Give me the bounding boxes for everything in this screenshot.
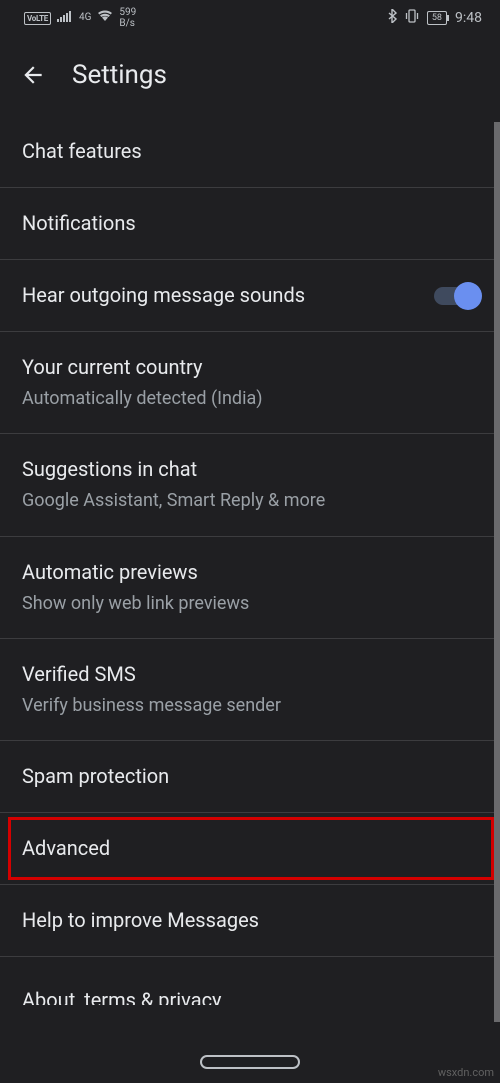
item-hear-outgoing-sounds[interactable]: Hear outgoing message sounds [0,260,500,332]
volte-badge: VoLTE [24,12,51,25]
status-right: 58 9:48 [387,9,482,27]
item-title: Notifications [22,210,478,237]
item-subtitle: Show only web link previews [22,592,478,616]
item-automatic-previews[interactable]: Automatic previews Show only web link pr… [0,537,500,639]
back-button[interactable] [20,62,46,88]
item-subtitle: Google Assistant, Smart Reply & more [22,489,478,513]
settings-list: Chat features Notifications Hear outgoin… [0,116,500,1005]
gesture-bar[interactable] [200,1055,300,1069]
item-subtitle: Automatically detected (India) [22,387,478,411]
page-title: Settings [72,60,167,90]
item-verified-sms[interactable]: Verified SMS Verify business message sen… [0,639,500,741]
item-suggestions-in-chat[interactable]: Suggestions in chat Google Assistant, Sm… [0,434,500,536]
scrollbar[interactable] [494,122,500,1022]
item-title: Suggestions in chat [22,456,478,483]
item-title: Hear outgoing message sounds [22,282,305,309]
item-help-improve[interactable]: Help to improve Messages [0,885,500,957]
network-gen: 4G [79,13,91,23]
item-notifications[interactable]: Notifications [0,188,500,260]
wifi-icon [97,10,113,26]
item-spam-protection[interactable]: Spam protection [0,741,500,813]
item-title: Chat features [22,138,478,165]
signal-bars-icon [57,10,73,26]
app-header: Settings [0,36,500,116]
bluetooth-icon [387,9,397,27]
item-current-country[interactable]: Your current country Automatically detec… [0,332,500,434]
vibrate-icon [405,9,419,27]
clock: 9:48 [455,10,482,26]
item-title: Your current country [22,354,478,381]
item-title: Verified SMS [22,661,478,688]
battery-indicator: 58 [427,11,447,25]
item-title: About, terms & privacy [22,987,478,1005]
item-title: Advanced [22,835,478,862]
item-chat-features[interactable]: Chat features [0,116,500,188]
arrow-back-icon [20,62,46,88]
status-bar: VoLTE 4G 599 B/s 58 9:48 [0,0,500,36]
item-advanced[interactable]: Advanced [0,813,500,885]
item-title: Spam protection [22,763,478,790]
status-left: VoLTE 4G 599 B/s [24,7,136,29]
net-speed: 599 B/s [119,7,136,29]
toggle-switch[interactable] [434,287,478,305]
watermark: wsxdn.com [438,1066,494,1079]
item-about-terms-privacy[interactable]: About, terms & privacy [0,957,500,1005]
item-subtitle: Verify business message sender [22,694,478,718]
item-title: Automatic previews [22,559,478,586]
item-title: Help to improve Messages [22,907,478,934]
